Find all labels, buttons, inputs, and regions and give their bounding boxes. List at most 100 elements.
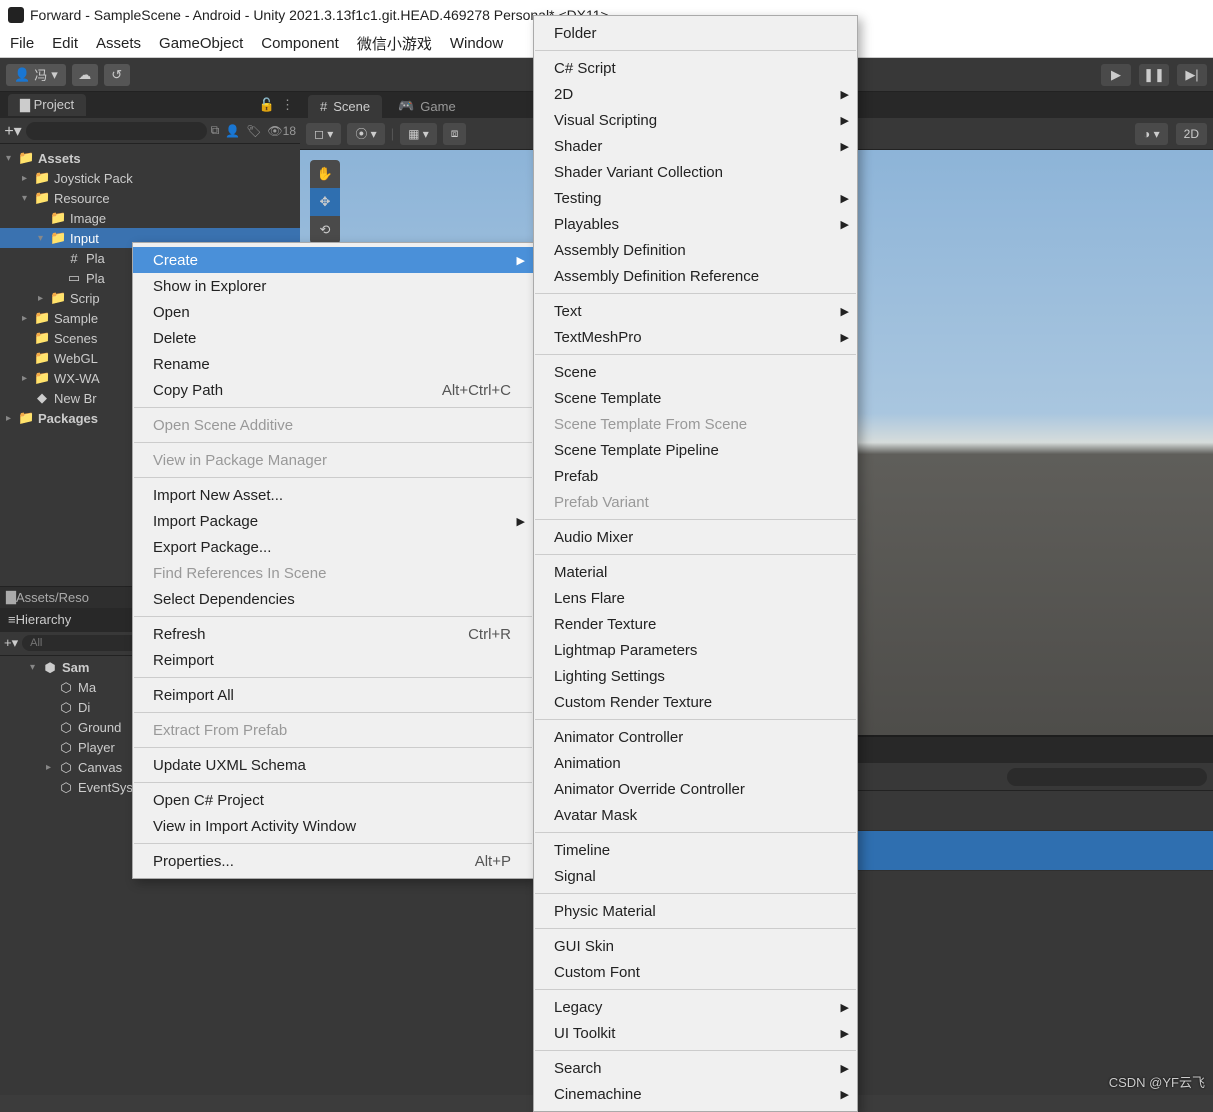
project-tab[interactable]: ▇ Project xyxy=(8,94,86,116)
tool-handle-button[interactable]: ◻ ▾ xyxy=(306,123,341,145)
menu-item-material[interactable]: Material xyxy=(534,559,857,585)
menu-item-open-c-project[interactable]: Open C# Project xyxy=(133,787,533,813)
cloud-button[interactable]: ☁ xyxy=(72,64,98,86)
menu-item-gui-skin[interactable]: GUI Skin xyxy=(534,933,857,959)
menu-item-properties-[interactable]: Properties...Alt+P xyxy=(133,848,533,874)
menu-item-animator-override-controller[interactable]: Animator Override Controller xyxy=(534,776,857,802)
menu-item-import-package[interactable]: Import Package▶ xyxy=(133,508,533,534)
expand-arrow-icon[interactable]: ▾ xyxy=(30,662,42,673)
menu-icon[interactable]: ⋮ xyxy=(281,97,294,113)
menu-item-select-dependencies[interactable]: Select Dependencies xyxy=(133,586,533,612)
snap-button[interactable]: ⧈ xyxy=(443,123,467,145)
tree-item-resource[interactable]: ▾📁Resource xyxy=(0,188,300,208)
menu-item-custom-render-texture[interactable]: Custom Render Texture xyxy=(534,689,857,715)
menu-item-timeline[interactable]: Timeline xyxy=(534,837,857,863)
menu-item-visual-scripting[interactable]: Visual Scripting▶ xyxy=(534,107,857,133)
menu-item-scene-template-pipeline[interactable]: Scene Template Pipeline xyxy=(534,437,857,463)
menu-item-create[interactable]: Create▶ xyxy=(133,247,533,273)
menu-item-scene[interactable]: Scene xyxy=(534,359,857,385)
menu-file[interactable]: File xyxy=(10,35,34,52)
shading-button[interactable]: ◑ ▾ xyxy=(1135,123,1168,145)
tree-item-image[interactable]: 📁Image xyxy=(0,208,300,228)
add-button[interactable]: +▾ xyxy=(4,121,22,141)
expand-arrow-icon[interactable]: ▸ xyxy=(38,293,50,304)
history-button[interactable]: ↺ xyxy=(104,64,130,86)
menu-item-avatar-mask[interactable]: Avatar Mask xyxy=(534,802,857,828)
project-search-input[interactable] xyxy=(26,122,207,140)
menu-gameobject[interactable]: GameObject xyxy=(159,35,243,52)
account-dropdown[interactable]: 👤 冯 ▾ xyxy=(6,64,66,86)
menu-微信小游戏[interactable]: 微信小游戏 xyxy=(357,33,432,54)
menu-item-lightmap-parameters[interactable]: Lightmap Parameters xyxy=(534,637,857,663)
menu-item-search[interactable]: Search▶ xyxy=(534,1055,857,1081)
menu-item-refresh[interactable]: RefreshCtrl+R xyxy=(133,621,533,647)
menu-component[interactable]: Component xyxy=(261,35,339,52)
expand-arrow-icon[interactable]: ▸ xyxy=(6,413,18,424)
expand-arrow-icon[interactable]: ▸ xyxy=(46,762,58,773)
menu-item-prefab[interactable]: Prefab xyxy=(534,463,857,489)
play-button[interactable]: ▶ xyxy=(1101,64,1131,86)
label-icon[interactable]: 🏷 xyxy=(246,124,261,138)
menu-item-custom-font[interactable]: Custom Font xyxy=(534,959,857,985)
menu-item-animator-controller[interactable]: Animator Controller xyxy=(534,724,857,750)
menu-assets[interactable]: Assets xyxy=(96,35,141,52)
menu-item-render-texture[interactable]: Render Texture xyxy=(534,611,857,637)
pause-button[interactable]: ❚❚ xyxy=(1139,64,1169,86)
2d-button[interactable]: 2D xyxy=(1176,123,1207,145)
context-menu-assets[interactable]: Create▶Show in ExplorerOpenDeleteRenameC… xyxy=(132,242,534,879)
menu-item-text[interactable]: Text▶ xyxy=(534,298,857,324)
menu-item-delete[interactable]: Delete xyxy=(133,325,533,351)
lock-icon[interactable]: 🔓 xyxy=(259,97,275,113)
menu-item-signal[interactable]: Signal xyxy=(534,863,857,889)
menu-item-textmeshpro[interactable]: TextMeshPro▶ xyxy=(534,324,857,350)
rotate-tool[interactable]: ⟲ xyxy=(310,216,340,244)
menu-item-open[interactable]: Open xyxy=(133,299,533,325)
menu-item-rename[interactable]: Rename xyxy=(133,351,533,377)
pivot-button[interactable]: ⦿ ▾ xyxy=(347,123,384,145)
menu-item-reimport-all[interactable]: Reimport All xyxy=(133,682,533,708)
menu-item-c-script[interactable]: C# Script xyxy=(534,55,857,81)
menu-item-copy-path[interactable]: Copy PathAlt+Ctrl+C xyxy=(133,377,533,403)
menu-item-ui-toolkit[interactable]: UI Toolkit▶ xyxy=(534,1020,857,1046)
game-tab[interactable]: 🎮 Game xyxy=(386,94,468,118)
expand-arrow-icon[interactable]: ▸ xyxy=(22,373,34,384)
menu-item-shader-variant-collection[interactable]: Shader Variant Collection xyxy=(534,159,857,185)
menu-item-reimport[interactable]: Reimport xyxy=(133,647,533,673)
hand-tool[interactable]: ✋ xyxy=(310,160,340,188)
tree-item-assets[interactable]: ▾📁Assets xyxy=(0,148,300,168)
tree-item-joystick pack[interactable]: ▸📁Joystick Pack xyxy=(0,168,300,188)
menu-item-legacy[interactable]: Legacy▶ xyxy=(534,994,857,1020)
menu-item-assembly-definition[interactable]: Assembly Definition xyxy=(534,237,857,263)
hidden-toggle[interactable]: 👁18 xyxy=(267,124,296,138)
menu-item-folder[interactable]: Folder xyxy=(534,20,857,46)
menu-item-export-package-[interactable]: Export Package... xyxy=(133,534,533,560)
menu-item-show-in-explorer[interactable]: Show in Explorer xyxy=(133,273,533,299)
filter-icon[interactable]: 👤 xyxy=(225,124,240,138)
menu-item-cinemachine[interactable]: Cinemachine▶ xyxy=(534,1081,857,1107)
console-search-input[interactable] xyxy=(1007,768,1207,786)
menu-item-lens-flare[interactable]: Lens Flare xyxy=(534,585,857,611)
context-menu-create[interactable]: FolderC# Script2D▶Visual Scripting▶Shade… xyxy=(533,15,858,1112)
expand-arrow-icon[interactable]: ▸ xyxy=(22,313,34,324)
menu-item-update-uxml-schema[interactable]: Update UXML Schema xyxy=(133,752,533,778)
menu-item-testing[interactable]: Testing▶ xyxy=(534,185,857,211)
menu-item-scene-template[interactable]: Scene Template xyxy=(534,385,857,411)
move-tool[interactable]: ✥ xyxy=(310,188,340,216)
menu-item-assembly-definition-reference[interactable]: Assembly Definition Reference xyxy=(534,263,857,289)
expand-arrow-icon[interactable]: ▾ xyxy=(38,233,50,244)
hierarchy-add-button[interactable]: +▾ xyxy=(4,635,18,651)
menu-item-import-new-asset-[interactable]: Import New Asset... xyxy=(133,482,533,508)
menu-item-lighting-settings[interactable]: Lighting Settings xyxy=(534,663,857,689)
menu-item-view-in-import-activity-window[interactable]: View in Import Activity Window xyxy=(133,813,533,839)
menu-item-physic-material[interactable]: Physic Material xyxy=(534,898,857,924)
scene-tab[interactable]: # Scene xyxy=(308,95,382,118)
expand-arrow-icon[interactable]: ▾ xyxy=(6,153,18,164)
step-button[interactable]: ▶| xyxy=(1177,64,1207,86)
menu-item-audio-mixer[interactable]: Audio Mixer xyxy=(534,524,857,550)
menu-item-animation[interactable]: Animation xyxy=(534,750,857,776)
menu-edit[interactable]: Edit xyxy=(52,35,78,52)
menu-window[interactable]: Window xyxy=(450,35,503,52)
menu-item-shader[interactable]: Shader▶ xyxy=(534,133,857,159)
grid-button[interactable]: ▦ ▾ xyxy=(400,123,437,145)
menu-item-playables[interactable]: Playables▶ xyxy=(534,211,857,237)
